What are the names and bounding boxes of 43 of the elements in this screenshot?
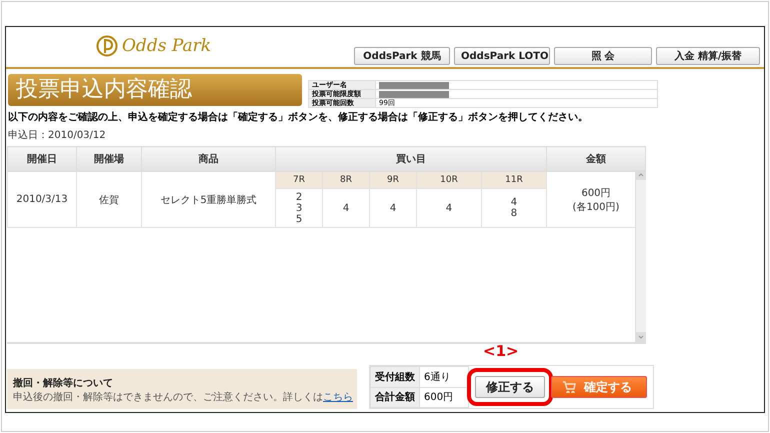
nav-button[interactable]: OddsPark 競馬 [354, 47, 450, 65]
logo-text: Odds Park [122, 36, 212, 56]
summary-label: 合計金額 [370, 387, 420, 408]
column-header: 開催日 [8, 146, 76, 172]
summary-value: 6通り [420, 366, 468, 387]
page-title: 投票申込内容確認 [8, 74, 302, 106]
notice-title: 撤回・解除等について [13, 376, 114, 390]
scrollbar[interactable] [635, 170, 646, 342]
amount-text: (各100円) [572, 200, 620, 214]
amount-text: 600円 [580, 186, 612, 200]
column-header: 金額 [546, 146, 646, 172]
pick-number: 8 [510, 208, 518, 219]
pick-number: 3 [294, 202, 304, 214]
scroll-up-icon[interactable] [636, 170, 646, 180]
cart-icon [562, 381, 576, 393]
nav-button[interactable]: 照 会 [554, 47, 652, 65]
pick-number: 5 [294, 214, 304, 224]
race-header: 8R [322, 172, 370, 188]
details-link[interactable]: こちら [323, 392, 353, 403]
instruction-text: 以下の内容をご確認の上、申込を確定する場合は「確定する」ボタンを、修正する場合は「修正する」ボタンを押してください。 [8, 110, 589, 124]
column-header: 開催場 [76, 146, 142, 172]
pick-number: 2 [294, 192, 304, 202]
table-cell: 佐賀 [76, 172, 142, 228]
column-header: 買い目 [276, 146, 546, 172]
apply-date: 申込日：2010/03/12 [8, 128, 107, 142]
pick-number: 4 [510, 197, 518, 208]
nav-button[interactable]: 入金 精算/振替 [656, 47, 760, 65]
pick-number: 4 [444, 202, 454, 214]
race-header: 11R [481, 172, 546, 188]
table-cell: セレクト5重勝単勝式 [142, 172, 276, 228]
logo-icon [96, 35, 118, 57]
notice-text: 申込後の撤回・解除等はできませんので、ご注意ください。詳しくはこちら [13, 390, 351, 404]
race-header: 9R [370, 172, 416, 188]
table-cell: 2010/3/13 [8, 172, 76, 228]
race-header: 7R [276, 172, 322, 188]
nav-button[interactable]: OddsPark LOTO [454, 47, 550, 65]
scroll-down-icon[interactable] [636, 332, 646, 342]
annotation-label: <1> [483, 342, 519, 360]
race-header: 10R [416, 172, 482, 188]
summary-label: 受付組数 [370, 366, 420, 387]
pick-number: 4 [388, 202, 398, 214]
column-header: 商品 [142, 146, 276, 172]
pick-number: 4 [342, 202, 350, 214]
